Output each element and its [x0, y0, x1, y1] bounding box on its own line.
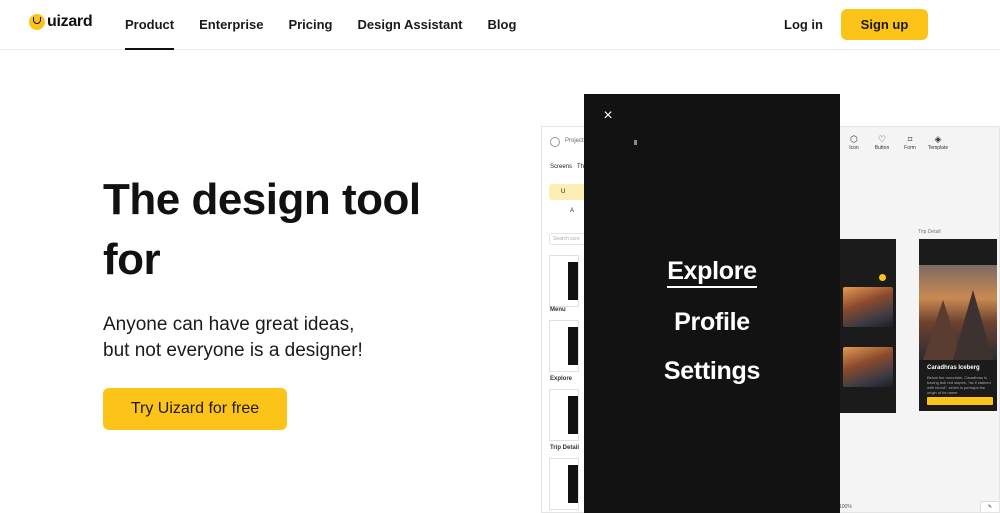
- menu-item-explore[interactable]: Explore: [584, 257, 840, 288]
- tab-screens: Screens: [550, 164, 573, 170]
- zoom-level: 100%: [839, 504, 852, 510]
- menu-item-profile[interactable]: Profile: [584, 308, 840, 337]
- screen-search-input: Search scre: [549, 233, 589, 245]
- signup-button[interactable]: Sign up: [841, 9, 928, 40]
- logo-text: uizard: [47, 13, 93, 30]
- mountain-image: [919, 265, 997, 360]
- explore-image: [843, 347, 893, 387]
- screen-thumbnail: [549, 255, 579, 307]
- tab-themes: Th: [577, 164, 585, 170]
- try-free-button[interactable]: Try Uizard for free: [103, 388, 287, 430]
- tool-icon: ⬡ Icon: [840, 133, 868, 151]
- hero-title-line1: The design tool: [103, 175, 421, 224]
- screen-thumbnail: [549, 458, 579, 510]
- phone-trip-detail-screen: Caradhras Iceberg Below the mountain, Ca…: [919, 239, 997, 411]
- tool-form: ⌗ Form: [896, 133, 924, 151]
- nav-link-enterprise[interactable]: Enterprise: [199, 0, 263, 50]
- trip-detail-label: Trip Detail: [918, 229, 941, 235]
- editor-toolbar: ⬡ Icon ♡ Button ⌗ Form ◈ Template: [840, 133, 952, 151]
- nav-links: Product Enterprise Pricing Design Assist…: [125, 0, 541, 50]
- section-explore: Explore: [550, 376, 573, 382]
- form-tool-icon: ⌗: [907, 134, 913, 144]
- hero-title-line2: for: [103, 235, 161, 284]
- nav-link-product[interactable]: Product: [125, 0, 175, 50]
- icon-tool-icon: ⬡: [850, 134, 858, 144]
- section-trip-detail: Trip Detail: [550, 445, 580, 451]
- tool-template: ◈ Template: [924, 133, 952, 151]
- login-link[interactable]: Log in: [784, 17, 823, 32]
- phone-explore-screen: [839, 239, 896, 413]
- logo-mark-icon: [29, 14, 45, 30]
- button-tool-icon: ♡: [877, 134, 887, 144]
- add-button: A: [570, 208, 575, 214]
- section-menu: Menu: [550, 307, 566, 313]
- top-navigation: uizard Product Enterprise Pricing Design…: [0, 0, 1000, 50]
- card-text: Below the mountain, Caradhras is having …: [927, 375, 991, 395]
- project-label: Project: [565, 138, 584, 144]
- tool-button: ♡ Button: [868, 133, 896, 151]
- hero-subtitle: Anyone can have great ideas, but not eve…: [103, 312, 423, 364]
- cursor-icon: [634, 140, 637, 145]
- menu-item-settings[interactable]: Settings: [584, 357, 840, 386]
- hero-title: The design tool for: [103, 170, 463, 290]
- close-icon[interactable]: ×: [601, 108, 615, 124]
- badge-icon: [879, 274, 886, 281]
- card-title: Caradhras Iceberg: [927, 365, 980, 371]
- hero-subtitle-line2: but not everyone is a designer!: [103, 340, 363, 361]
- nav-link-pricing[interactable]: Pricing: [288, 0, 332, 50]
- nav-link-design-assistant[interactable]: Design Assistant: [358, 0, 463, 50]
- share-button: ✎: [980, 501, 999, 512]
- template-tool-icon: ◈: [934, 134, 942, 144]
- back-icon: [550, 137, 560, 147]
- hero-subtitle-line1: Anyone can have great ideas,: [103, 314, 355, 335]
- mobile-menu-overlay: × Explore Profile Settings: [584, 94, 840, 513]
- screen-thumbnail: [549, 320, 579, 372]
- upload-button: U: [549, 184, 589, 200]
- editor-left-panel: Project Screens Th U A Search scre Menu …: [542, 127, 589, 512]
- screen-thumbnail: [549, 389, 579, 441]
- nav-link-blog[interactable]: Blog: [488, 0, 517, 50]
- uizard-logo[interactable]: uizard: [29, 13, 93, 31]
- card-button: [927, 397, 993, 405]
- explore-image: [843, 287, 893, 327]
